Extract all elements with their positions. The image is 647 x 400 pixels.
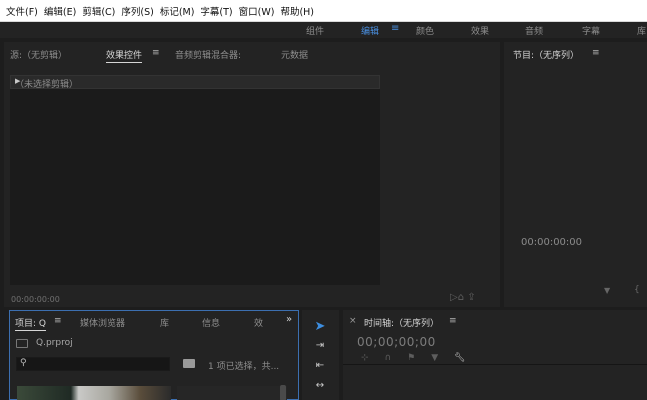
in-point-icon[interactable]: { xyxy=(634,285,640,295)
timeline-panel: × 时间轴:（无序列） ≡ 00;00;00;00 ⊹ ∩ ⚑ ▼ 🔧︎ xyxy=(343,310,647,400)
workspace-bar: 组件 编辑 ≡ 颜色 效果 音频 字幕 库 xyxy=(0,22,647,38)
menu-help[interactable]: 帮助(H) xyxy=(280,4,314,18)
wrench-icon[interactable]: 🔧︎ xyxy=(454,353,465,363)
snap-icon[interactable]: ∩ xyxy=(385,353,392,363)
tab-media-browser[interactable]: 媒体浏览器 xyxy=(80,316,125,329)
new-bin-icon[interactable] xyxy=(183,359,195,368)
export-frame-icon[interactable]: ▷⌂ ⇪ xyxy=(450,292,476,303)
hamburger-icon[interactable]: ≡ xyxy=(592,48,600,58)
hamburger-icon[interactable]: ≡ xyxy=(54,316,62,326)
rolling-edit-tool-icon[interactable]: ↔ xyxy=(311,380,329,394)
tab-effect-controls[interactable]: 效果控件 xyxy=(106,48,143,63)
menu-bar: 文件(F) 编辑(E) 剪辑(C) 序列(S) 标记(M) 字幕(T) 窗口(W… xyxy=(0,0,647,22)
search-icon: ⚲ xyxy=(20,358,27,368)
workspace-effects[interactable]: 效果 xyxy=(471,24,489,37)
add-marker-icon[interactable]: ▼ xyxy=(431,353,438,363)
menu-file[interactable]: 文件(F) xyxy=(6,4,38,18)
timeline-tools: ⊹ ∩ ⚑ ▼ 🔧︎ xyxy=(361,353,482,363)
program-tab-row: 节目:（无序列） ≡ xyxy=(504,42,647,64)
workspace-assembly[interactable]: 组件 xyxy=(306,24,324,37)
selection-info: 1 项已选择，共... xyxy=(208,362,280,372)
menu-sequence[interactable]: 序列(S) xyxy=(121,4,153,18)
nest-icon[interactable]: ⊹ xyxy=(361,353,369,363)
workspace-color[interactable]: 颜色 xyxy=(416,24,434,37)
tab-program[interactable]: 节目:（无序列） xyxy=(513,48,579,61)
menu-title[interactable]: 字幕(T) xyxy=(200,4,232,18)
workspace-libraries[interactable]: 库 xyxy=(637,24,646,37)
project-scrollbar[interactable] xyxy=(280,385,286,400)
effect-controls-body xyxy=(10,89,380,285)
tab-effects[interactable]: 效 xyxy=(254,316,263,329)
project-file-row: Q.prproj xyxy=(16,338,73,348)
program-monitor-panel: 节目:（无序列） ≡ 00:00:00:00 ▼ { xyxy=(504,42,647,307)
tab-audio-clip-mixer[interactable]: 音频剪辑混合器: xyxy=(175,48,241,61)
project-file-name: Q.prproj xyxy=(36,338,73,348)
project-file-icon xyxy=(16,338,28,348)
hamburger-icon[interactable]: ≡ xyxy=(152,48,160,58)
marker-icon[interactable]: ▼ xyxy=(604,286,610,295)
workspace-menu-icon[interactable]: ≡ xyxy=(391,23,399,34)
thumbnail-area xyxy=(177,386,287,400)
close-icon[interactable]: × xyxy=(349,316,357,326)
tab-libraries[interactable]: 库 xyxy=(160,316,169,329)
menu-edit[interactable]: 编辑(E) xyxy=(44,4,76,18)
workspace-audio[interactable]: 音频 xyxy=(525,24,543,37)
menu-markers[interactable]: 标记(M) xyxy=(160,4,195,18)
clip-header: （未选择剪辑） ▶ xyxy=(10,75,380,90)
effect-controls-panel: 源:（无剪辑） 效果控件 ≡ 音频剪辑混合器: 元数据 （未选择剪辑） ▶ 00… xyxy=(4,42,500,307)
project-search-input[interactable]: ⚲ xyxy=(16,357,170,371)
source-tab-row: 源:（无剪辑） 效果控件 ≡ 音频剪辑混合器: 元数据 xyxy=(4,42,500,64)
tab-source[interactable]: 源:（无剪辑） xyxy=(10,48,67,61)
project-panel: 项目: Q ≡ 媒体浏览器 库 信息 效 » Q.prproj ⚲ 1 项已选择… xyxy=(9,310,299,400)
tab-metadata[interactable]: 元数据 xyxy=(281,48,308,61)
clip-thumbnail[interactable] xyxy=(17,386,171,400)
timeline-divider xyxy=(343,364,647,365)
menu-clip[interactable]: 剪辑(C) xyxy=(82,4,115,18)
menu-window[interactable]: 窗口(W) xyxy=(239,4,275,18)
selection-tool-icon[interactable]: ➤ xyxy=(311,319,329,334)
track-select-tool-icon[interactable]: ⇥ xyxy=(311,340,329,354)
program-timecode: 00:00:00:00 xyxy=(521,237,583,248)
tab-timeline[interactable]: 时间轴:（无序列） xyxy=(364,316,439,329)
tools-panel: ➤ ⇥ ⇤ ↔ xyxy=(302,310,339,400)
tab-info[interactable]: 信息 xyxy=(202,316,220,329)
play-triangle-icon[interactable]: ▶ xyxy=(15,77,374,85)
ripple-edit-tool-icon[interactable]: ⇤ xyxy=(311,360,329,374)
workspace-captions[interactable]: 字幕 xyxy=(582,24,600,37)
timeline-timecode[interactable]: 00;00;00;00 xyxy=(357,335,436,349)
linked-selection-icon[interactable]: ⚑ xyxy=(407,353,415,363)
hamburger-icon[interactable]: ≡ xyxy=(449,316,457,326)
workspace-editing[interactable]: 编辑 xyxy=(361,24,379,37)
panel-overflow-icon[interactable]: » xyxy=(286,314,292,325)
effect-timecode: 00:00:00:00 xyxy=(11,295,60,304)
timeline-tab-row: × 时间轴:（无序列） ≡ xyxy=(343,310,647,332)
project-tab-row: 项目: Q ≡ 媒体浏览器 库 信息 效 xyxy=(10,311,298,333)
tab-project[interactable]: 项目: Q xyxy=(15,316,46,331)
